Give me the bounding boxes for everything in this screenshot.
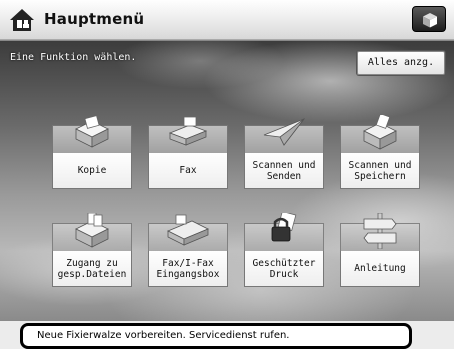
copy-tile[interactable]: Kopie: [52, 115, 132, 189]
instruction-text: Eine Funktion wählen.: [10, 52, 137, 63]
signpost-icon: [340, 213, 420, 251]
fax-tile[interactable]: Fax: [148, 116, 228, 189]
scan-send-icon: [244, 118, 324, 153]
fax-icon: [148, 116, 228, 153]
secure-print-icon: [244, 213, 324, 251]
scan-store-label: Scannen und Speichern: [340, 153, 420, 189]
function-area: Eine Funktion wählen. Alles anzg. Kopie: [0, 41, 454, 321]
cube-button[interactable]: [412, 6, 446, 32]
copy-label: Kopie: [52, 153, 132, 189]
secure-print-label: Geschützter Druck: [244, 251, 324, 287]
cube-icon: [423, 13, 437, 28]
copy-icon: [52, 115, 132, 153]
home-icon: [8, 7, 36, 33]
show-all-button[interactable]: Alles anzg.: [357, 51, 445, 75]
secure-print-tile[interactable]: Geschützter Druck: [244, 213, 324, 287]
main-menu-screen: Hauptmenü Eine Funktion wählen. Alles an…: [0, 0, 454, 349]
stored-files-tile[interactable]: Zugang zu gesp.Dateien: [52, 213, 132, 287]
title-bar: Hauptmenü: [0, 0, 454, 40]
fax-inbox-label: Fax/I-Fax Eingangsbox: [148, 251, 228, 287]
stored-files-icon: [52, 213, 132, 251]
fax-inbox-tile[interactable]: Fax/I-Fax Eingangsbox: [148, 214, 228, 287]
scan-store-icon: [340, 115, 420, 153]
guide-label: Anleitung: [340, 251, 420, 287]
scan-store-tile[interactable]: Scannen und Speichern: [340, 115, 420, 189]
stored-files-label: Zugang zu gesp.Dateien: [52, 251, 132, 287]
guide-tile[interactable]: Anleitung: [340, 213, 420, 287]
status-message: Neue Fixierwalze vorbereiten. Servicedie…: [20, 323, 412, 349]
fax-label: Fax: [148, 153, 228, 189]
page-title: Hauptmenü: [44, 10, 145, 28]
fax-inbox-icon: [148, 214, 228, 251]
scan-send-tile[interactable]: Scannen und Senden: [244, 118, 324, 189]
scan-send-label: Scannen und Senden: [244, 153, 324, 189]
